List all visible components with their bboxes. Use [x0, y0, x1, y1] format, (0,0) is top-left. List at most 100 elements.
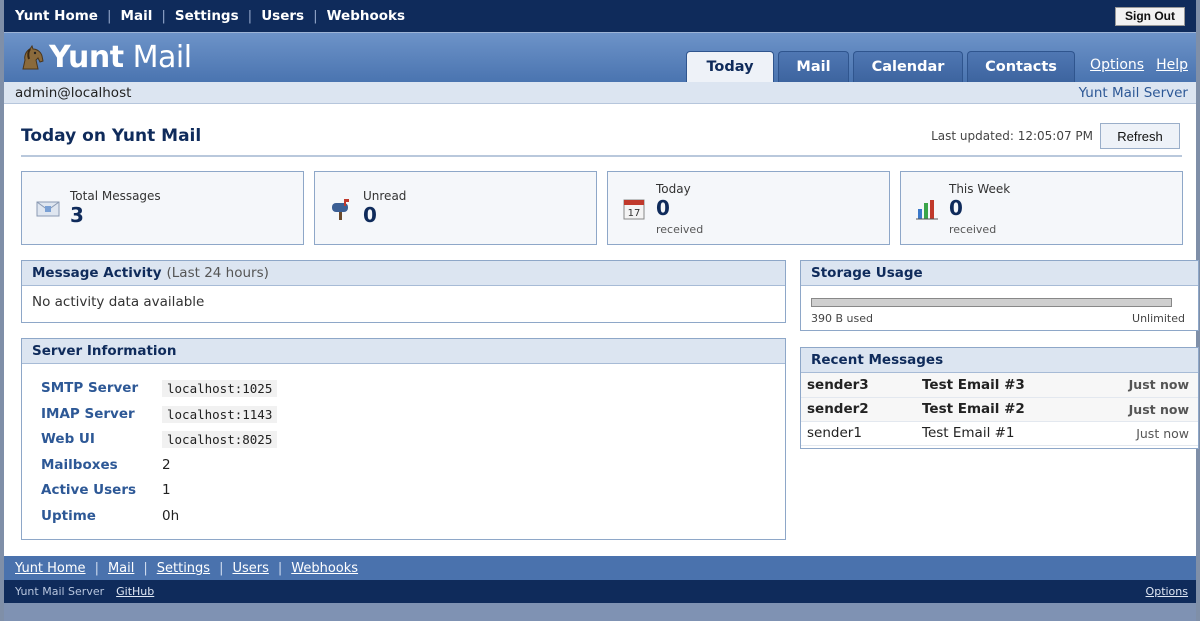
top-nav-settings[interactable]: Settings [175, 8, 239, 24]
svg-text:17: 17 [628, 208, 641, 219]
stat-label: This Week [949, 182, 1011, 196]
stat-value: 0 [656, 196, 670, 220]
top-nav-home[interactable]: Yunt Home [15, 8, 98, 24]
panel-title: Message Activity [32, 265, 162, 281]
title-bar: Today on Yunt Mail Last updated: 12:05:0… [21, 105, 1182, 157]
help-link[interactable]: Help [1156, 57, 1188, 73]
server-name: Yunt Mail Server [1078, 84, 1188, 101]
footer-link-mail[interactable]: Mail [108, 561, 134, 576]
message-activity-panel: Message Activity (Last 24 hours) No acti… [21, 260, 786, 323]
stat-card-today: 17 Today 0 received [607, 171, 890, 245]
github-link[interactable]: GitHub [116, 585, 154, 598]
nav-separator: | [161, 8, 166, 24]
app-window: Yunt Home | Mail | Settings | Users | We… [4, 0, 1199, 621]
stat-sub: received [949, 223, 997, 236]
tab-mail[interactable]: Mail [778, 51, 849, 82]
envelope-icon [36, 201, 60, 217]
storage-used: 390 B used [811, 312, 873, 325]
top-nav-webhooks[interactable]: Webhooks [327, 8, 405, 24]
horse-icon [22, 44, 44, 69]
nav-separator: | [219, 560, 224, 576]
header-links: Options Help [1090, 57, 1188, 73]
storage-progress-bar [811, 298, 1172, 307]
info-value: localhost:1025 [162, 380, 278, 397]
tab-contacts[interactable]: Contacts [967, 51, 1075, 82]
footer-link-home[interactable]: Yunt Home [15, 561, 86, 576]
stat-label: Today [656, 182, 691, 196]
storage-usage-panel: Storage Usage 390 B used Unlimited [800, 260, 1199, 331]
stat-sub: received [656, 223, 704, 236]
current-user: admin@localhost [15, 84, 132, 101]
stat-value: 3 [70, 203, 84, 227]
info-key: Mailboxes [41, 457, 118, 473]
activity-empty-message: No activity data available [32, 294, 205, 310]
sign-out-button[interactable]: Sign Out [1115, 6, 1185, 26]
footer-nav: Yunt Home | Mail | Settings | Users | We… [4, 556, 1196, 580]
message-row[interactable]: sender1 Test Email #1 Just now [801, 421, 1198, 446]
server-information-panel: Server Information SMTP Server localhost… [21, 338, 786, 540]
footer-options-link[interactable]: Options [1146, 585, 1188, 598]
panel-header: Storage Usage [801, 261, 1198, 286]
top-nav-links: Yunt Home | Mail | Settings | Users | We… [15, 8, 405, 24]
info-key: Uptime [41, 508, 96, 524]
stat-label: Total Messages [70, 189, 161, 203]
message-sender: sender1 [801, 421, 916, 446]
page-content: Today on Yunt Mail Last updated: 12:05:0… [4, 105, 1199, 556]
message-subject: Test Email #3 [916, 373, 1087, 398]
tab-today[interactable]: Today [686, 51, 774, 82]
footer-link-settings[interactable]: Settings [157, 561, 210, 576]
top-nav: Yunt Home | Mail | Settings | Users | We… [4, 0, 1196, 32]
tab-calendar[interactable]: Calendar [853, 51, 963, 82]
brand-name: Yunt Mail [49, 40, 192, 75]
info-value: localhost:8025 [162, 431, 278, 448]
message-sender: sender3 [801, 373, 916, 398]
panel-title: Recent Messages [811, 352, 944, 368]
panel-title: Server Information [32, 343, 177, 359]
info-value: 2 [162, 457, 171, 473]
refresh-button[interactable]: Refresh [1100, 123, 1180, 149]
message-sender: sender2 [801, 397, 916, 422]
panel-title: Storage Usage [811, 265, 923, 281]
recent-messages-panel: Recent Messages sender3 Test Email #3 Ju… [800, 347, 1199, 449]
brand-bold: Yunt [49, 40, 124, 75]
top-nav-mail[interactable]: Mail [121, 8, 153, 24]
main-tabs: Today Mail Calendar Contacts [686, 51, 1079, 82]
message-subject: Test Email #2 [916, 397, 1087, 422]
bar-chart-icon [916, 200, 938, 220]
message-time: Just now [1086, 421, 1198, 446]
info-key: Web UI [41, 431, 95, 447]
top-nav-users[interactable]: Users [261, 8, 304, 24]
nav-separator: | [94, 560, 99, 576]
info-key: SMTP Server [41, 380, 139, 396]
last-updated: Last updated: 12:05:07 PM [931, 129, 1093, 143]
footer-bar: Yunt Mail Server GitHub Options [4, 580, 1196, 603]
message-time: Just now [1086, 397, 1198, 422]
logo[interactable]: Yunt Mail [17, 40, 192, 75]
stat-card-total-messages: Total Messages 3 [21, 171, 304, 245]
panel-note: (Last 24 hours) [166, 265, 269, 281]
recent-messages-table: sender3 Test Email #3 Just now sender2 T… [801, 373, 1198, 446]
panel-header: Server Information [22, 339, 785, 364]
info-value: 0h [162, 508, 180, 524]
message-time: Just now [1086, 373, 1198, 398]
footer-link-webhooks[interactable]: Webhooks [291, 561, 358, 576]
brand-light: Mail [132, 40, 192, 75]
nav-separator: | [247, 8, 253, 24]
stat-value: 0 [363, 203, 377, 227]
storage-limit: Unlimited [1132, 312, 1185, 325]
nav-separator: | [106, 8, 112, 24]
user-bar: admin@localhost Yunt Mail Server [4, 82, 1196, 104]
info-key: Active Users [41, 482, 137, 498]
stat-value: 0 [949, 196, 963, 220]
footer-link-users[interactable]: Users [232, 561, 268, 576]
info-key: IMAP Server [41, 406, 135, 422]
message-row[interactable]: sender2 Test Email #2 Just now [801, 397, 1198, 422]
panel-header: Message Activity (Last 24 hours) [22, 261, 785, 286]
message-row[interactable]: sender3 Test Email #3 Just now [801, 373, 1198, 398]
options-link[interactable]: Options [1090, 57, 1144, 73]
app-header: Yunt Mail Today Mail Calendar Contacts O… [4, 32, 1196, 82]
page-title: Today on Yunt Mail [21, 126, 202, 146]
stat-label: Unread [363, 189, 407, 203]
nav-separator: | [277, 560, 283, 576]
stat-card-this-week: This Week 0 received [900, 171, 1183, 245]
